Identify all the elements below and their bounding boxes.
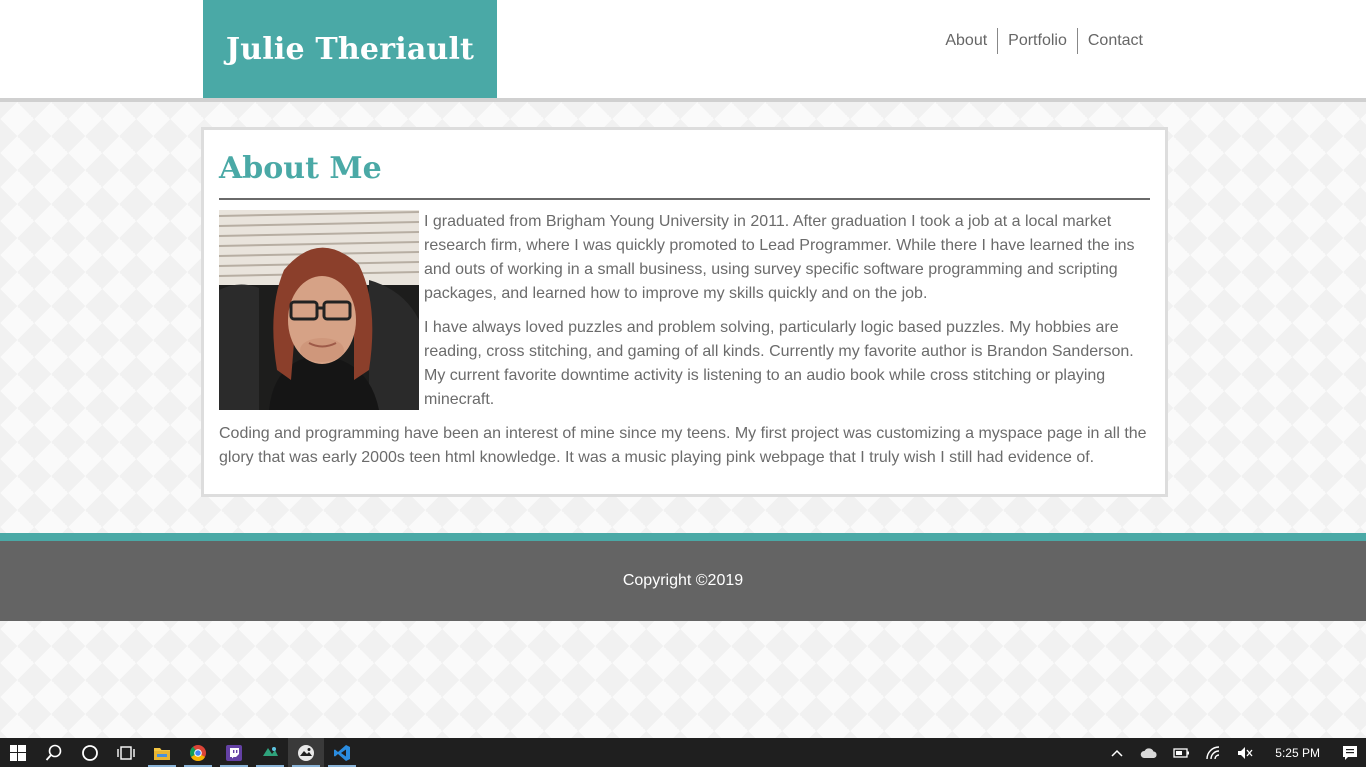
- copyright-text: Copyright ©2019: [622, 572, 744, 589]
- photos-icon[interactable]: [288, 738, 324, 767]
- about-paragraph: Coding and programming have been an inte…: [219, 425, 1147, 466]
- nav-about-link[interactable]: About: [935, 28, 997, 54]
- site-footer: Copyright ©2019: [0, 533, 1366, 621]
- battery-icon[interactable]: [1165, 738, 1197, 767]
- nav-portfolio-link[interactable]: Portfolio: [998, 28, 1077, 54]
- action-center-icon[interactable]: [1334, 738, 1366, 767]
- cortana-icon[interactable]: [72, 738, 108, 767]
- file-explorer-icon[interactable]: [144, 738, 180, 767]
- taskbar-clock[interactable]: 5:25 PM: [1261, 746, 1334, 760]
- chrome-icon[interactable]: [180, 738, 216, 767]
- search-icon[interactable]: [36, 738, 72, 767]
- about-heading: About Me: [219, 151, 382, 186]
- windows-taskbar: 5:25 PM: [0, 738, 1366, 767]
- wifi-icon[interactable]: [1197, 738, 1229, 767]
- site-logo[interactable]: Julie Theriault: [203, 0, 497, 98]
- main-nav: About Portfolio Contact: [935, 28, 1153, 54]
- volume-muted-icon[interactable]: [1229, 738, 1261, 767]
- task-view-icon[interactable]: [108, 738, 144, 767]
- nav-contact-link[interactable]: Contact: [1078, 28, 1153, 54]
- site-header: Julie Theriault About Portfolio Contact: [0, 0, 1366, 102]
- about-card: About Me I graduated from Brigham Young …: [201, 127, 1168, 497]
- twitch-icon[interactable]: [216, 738, 252, 767]
- system-tray: 5:25 PM: [1101, 738, 1366, 767]
- site-title: Julie Theriault: [225, 31, 475, 67]
- heading-divider: [219, 198, 1150, 200]
- start-icon[interactable]: [0, 738, 36, 767]
- profile-photo-image: [219, 210, 419, 410]
- app-icon[interactable]: [252, 738, 288, 767]
- chevron-up-icon[interactable]: [1101, 738, 1133, 767]
- onedrive-icon[interactable]: [1133, 738, 1165, 767]
- vscode-icon[interactable]: [324, 738, 360, 767]
- profile-photo: [219, 210, 419, 410]
